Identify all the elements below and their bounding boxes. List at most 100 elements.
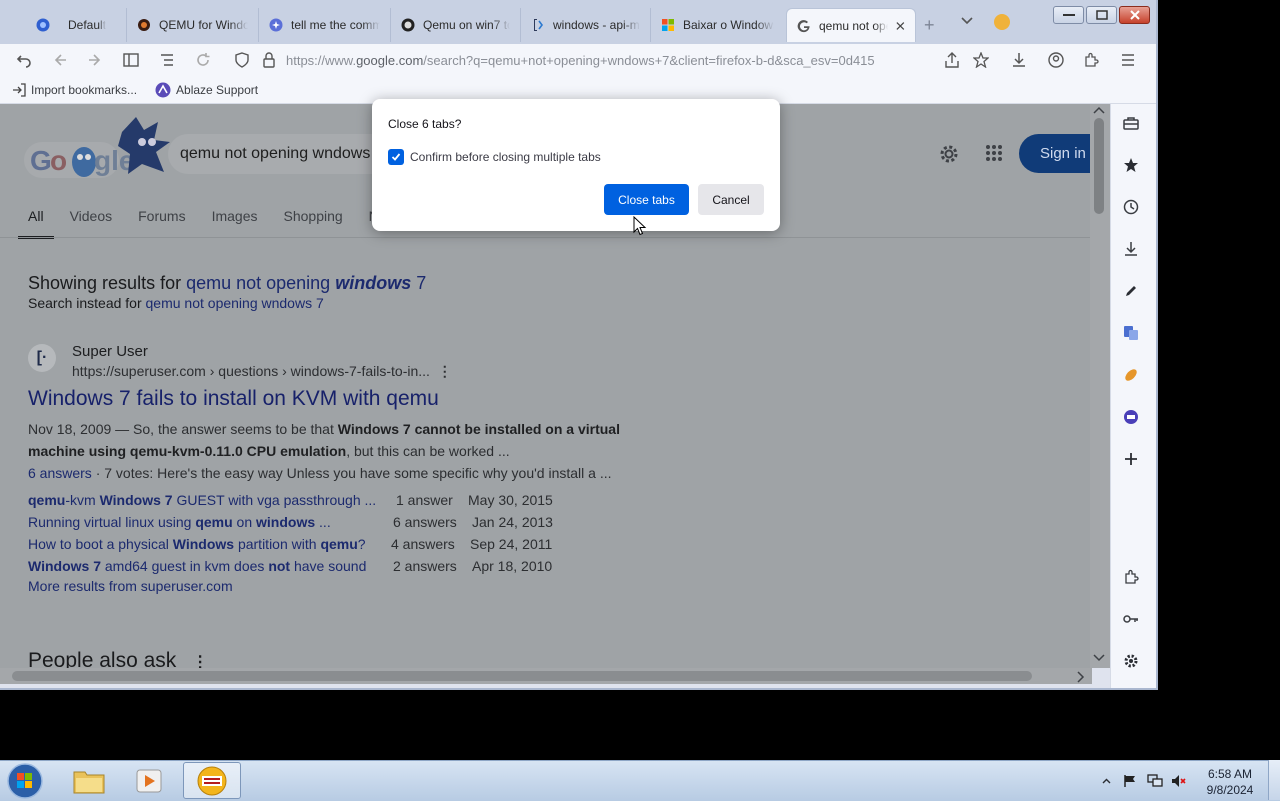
sub-result-title[interactable]: Running virtual linux using qemu on wind… (28, 511, 331, 533)
sub-result-title[interactable]: qemu-kvm Windows 7 GUEST with vga passth… (28, 489, 376, 511)
scroll-up-icon[interactable] (1093, 106, 1105, 114)
tab-videos[interactable]: Videos (60, 208, 123, 239)
sub-results: qemu-kvm Windows 7 GUEST with vga passth… (28, 489, 588, 577)
bookmarks-star-icon[interactable] (1120, 154, 1142, 176)
list-icon[interactable] (157, 50, 177, 70)
google-doodle-logo[interactable]: G o gle (24, 112, 174, 182)
sub-result-row[interactable]: Running virtual linux using qemu on wind… (28, 511, 588, 533)
url-path: /search?q=qemu+not+opening+wndows+7&clie… (423, 53, 875, 68)
action-center-flag-icon[interactable] (1122, 772, 1138, 790)
more-options-icon[interactable]: ⋮ (434, 363, 452, 379)
corrected-query-link[interactable]: qemu not opening windows 7 (186, 273, 426, 293)
system-clock[interactable]: 6:58 AM 9/8/2024 (1190, 766, 1270, 798)
download-icon[interactable] (1009, 50, 1029, 70)
share-icon[interactable] (942, 50, 962, 70)
horizontal-scroll-thumb[interactable] (12, 671, 1032, 681)
reload-icon[interactable] (193, 50, 213, 70)
tab-google-active[interactable]: qemu not opening (786, 8, 916, 42)
result-title-link[interactable]: Windows 7 fails to install on KVM with q… (28, 387, 439, 411)
briefcase-icon[interactable] (1120, 112, 1142, 134)
result-site-url[interactable]: https://superuser.com › questions › wind… (72, 363, 452, 380)
media-player-icon (136, 769, 162, 792)
tab-all[interactable]: All (18, 208, 54, 239)
sub-result-count: 2 answers (393, 558, 457, 574)
cancel-button[interactable]: Cancel (698, 184, 764, 215)
key-icon[interactable] (1120, 608, 1142, 630)
tab-list-chevron-icon[interactable] (960, 16, 974, 26)
extensions-panel-icon[interactable] (1120, 566, 1142, 588)
downloads-icon[interactable] (1120, 238, 1142, 260)
taskbar-media-player[interactable] (120, 762, 178, 799)
close-tab-icon[interactable] (896, 21, 905, 31)
sub-result-row[interactable]: Windows 7 amd64 guest in kvm does not ha… (28, 555, 588, 577)
pencil-icon[interactable] (1120, 280, 1142, 302)
tab-qemu-for-windows[interactable]: QEMU for Windows (126, 8, 258, 42)
network-icon[interactable] (1146, 772, 1164, 790)
result-site-name[interactable]: Super User (72, 343, 148, 360)
show-desktop-button[interactable] (1268, 760, 1280, 800)
tab-profile[interactable]: Default (26, 8, 122, 42)
emoji-extension-icon[interactable] (994, 14, 1010, 30)
confirm-checkbox-label[interactable]: Confirm before closing multiple tabs (410, 150, 601, 164)
menu-icon[interactable] (1118, 50, 1138, 70)
more-options-icon[interactable]: ⋮ (192, 654, 208, 668)
tab-microsoft[interactable]: Baixar o Windows (650, 8, 784, 42)
bookmark-import[interactable]: Import bookmarks... (12, 83, 137, 97)
account-icon[interactable] (1046, 50, 1066, 70)
scroll-right-icon[interactable] (1077, 671, 1085, 683)
undo-close-tab-icon[interactable] (14, 50, 34, 70)
vertical-scroll-thumb[interactable] (1094, 118, 1104, 214)
sidebar-toggle-icon[interactable] (121, 50, 141, 70)
chat-extension-icon[interactable] (1120, 406, 1142, 428)
start-button[interactable] (6, 762, 44, 800)
tab-shopping[interactable]: Shopping (274, 208, 353, 239)
windows-orb-icon (7, 763, 43, 799)
sub-result-count: 1 answer (396, 492, 453, 508)
new-tab-icon[interactable]: + (924, 15, 935, 36)
tab-superuser[interactable]: windows - api-ms (520, 8, 650, 42)
translate-icon[interactable] (1120, 322, 1142, 344)
close-window-button[interactable] (1119, 6, 1150, 24)
bookmark-ablaze-support[interactable]: Ablaze Support (155, 82, 258, 98)
tab-copilot[interactable]: tell me the commands (258, 8, 390, 42)
settings-icon[interactable] (1120, 650, 1142, 672)
history-icon[interactable] (1120, 196, 1142, 218)
answers-link[interactable]: 6 answers (28, 465, 92, 481)
tab-forums[interactable]: Forums (128, 208, 195, 239)
taskbar-browser[interactable] (183, 762, 241, 799)
lock-icon[interactable] (259, 50, 279, 70)
google-apps-icon[interactable] (985, 144, 1003, 162)
add-panel-icon[interactable] (1120, 448, 1142, 470)
scroll-down-icon[interactable] (1093, 654, 1105, 662)
sub-result-title[interactable]: How to boot a physical Windows partition… (28, 533, 366, 555)
settings-gear-icon[interactable] (937, 142, 961, 166)
sub-result-title[interactable]: Windows 7 amd64 guest in kvm does not ha… (28, 555, 366, 577)
taskbar-explorer[interactable] (60, 762, 118, 799)
leaf-extension-icon[interactable] (1120, 364, 1142, 386)
volume-muted-icon[interactable] (1170, 772, 1188, 790)
clock-time: 6:58 AM (1207, 767, 1253, 781)
minimize-button[interactable] (1053, 6, 1084, 24)
sub-result-count: 4 answers (391, 536, 455, 552)
copilot-icon (269, 18, 283, 32)
more-results-link[interactable]: More results from superuser.com (28, 578, 233, 594)
back-icon[interactable] (50, 50, 70, 70)
tab-images[interactable]: Images (202, 208, 268, 239)
original-query-link[interactable]: qemu not opening wndows 7 (146, 295, 324, 311)
sub-result-row[interactable]: qemu-kvm Windows 7 GUEST with vga passth… (28, 489, 588, 511)
restore-button[interactable] (1086, 6, 1117, 24)
confirm-checkbox[interactable] (388, 149, 404, 165)
superuser-site-icon[interactable]: [· (28, 344, 56, 372)
shield-icon[interactable] (232, 50, 252, 70)
search-input[interactable]: qemu not opening wndows 7 (168, 134, 400, 174)
bookmark-star-icon[interactable] (971, 50, 991, 70)
close-tabs-button[interactable]: Close tabs (604, 184, 689, 215)
sub-result-row[interactable]: How to boot a physical Windows partition… (28, 533, 588, 555)
sub-result-date: Jan 24, 2013 (472, 514, 553, 530)
forward-icon[interactable] (85, 50, 105, 70)
tray-expand-icon[interactable] (1100, 772, 1112, 790)
extensions-icon[interactable] (1081, 50, 1101, 70)
votes-text: · 7 votes: Here's the easy way Unless yo… (91, 465, 612, 481)
tab-github[interactable]: Qemu on win7 too (390, 8, 520, 42)
url-field[interactable]: https://www.google.com/search?q=qemu+not… (286, 51, 938, 71)
